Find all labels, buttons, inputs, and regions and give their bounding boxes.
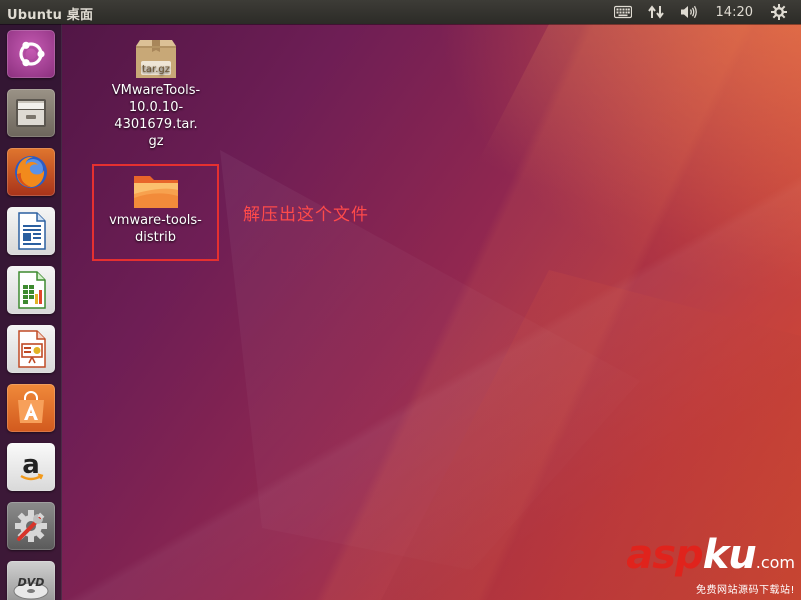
archive-badge: tar.gz	[142, 64, 170, 75]
ubuntu-logo-icon	[19, 41, 45, 67]
watermark-logo: aspku.com	[626, 532, 795, 578]
launcher-item-amazon[interactable]: a	[7, 443, 55, 491]
archive-label-line: 10.0.10-4301679.tar.	[114, 100, 198, 132]
impress-presentation-icon	[18, 330, 46, 368]
keyboard-icon[interactable]	[606, 0, 640, 24]
clock[interactable]: 14:20	[706, 5, 763, 20]
file-cabinet-icon	[16, 99, 46, 127]
launcher-item-firefox[interactable]	[7, 148, 55, 196]
launcher-item-impress[interactable]	[7, 325, 55, 373]
desktop-icon-archive[interactable]: tar.gz VMwareTools- 10.0.10-4301679.tar.…	[88, 38, 224, 150]
launcher-item-software[interactable]	[7, 384, 55, 432]
folder-label-line: vmware-tools-	[109, 213, 202, 228]
launcher-item-calc[interactable]	[7, 266, 55, 314]
launcher-item-dash[interactable]	[7, 30, 55, 78]
software-bag-icon	[18, 391, 44, 423]
dvd-disc-icon: DVD	[13, 576, 49, 600]
panel-title[interactable]: Ubuntu 桌面	[7, 4, 93, 23]
launcher-item-dvd[interactable]: DVD	[7, 561, 55, 600]
launcher-item-files[interactable]	[7, 89, 55, 137]
launcher-item-settings[interactable]	[7, 502, 55, 550]
volume-icon[interactable]	[672, 0, 706, 24]
svg-text:a: a	[22, 450, 40, 480]
indicator-area: 14:20	[606, 0, 795, 24]
top-panel: Ubuntu 桌面 14:20	[0, 0, 801, 24]
wallpaper-facet	[441, 24, 801, 324]
firefox-icon	[15, 156, 47, 188]
desktop-icon-folder[interactable]: vmware-tools- distrib	[94, 170, 217, 246]
network-arrows-icon[interactable]	[640, 0, 672, 24]
archive-label-line: VMwareTools-	[111, 83, 201, 98]
archive-label-line: gz	[148, 134, 164, 149]
annotation-text: 解压出这个文件	[243, 205, 369, 225]
watermark-subtitle: 免费网站源码下载站!	[695, 585, 795, 596]
watermark: aspku.com 免费网站源码下载站!	[626, 535, 795, 596]
amazon-icon: a	[20, 450, 44, 481]
archive-box-icon: tar.gz	[136, 40, 176, 78]
svg-text:DVD: DVD	[18, 576, 45, 589]
settings-tools-icon	[15, 510, 47, 542]
writer-document-icon	[18, 212, 46, 250]
power-gear-icon[interactable]	[763, 0, 795, 24]
folder-label-line: distrib	[135, 230, 176, 245]
folder-icon	[133, 176, 178, 208]
calc-spreadsheet-icon	[18, 271, 46, 309]
launcher: a DVD	[0, 24, 62, 600]
launcher-item-writer[interactable]	[7, 207, 55, 255]
